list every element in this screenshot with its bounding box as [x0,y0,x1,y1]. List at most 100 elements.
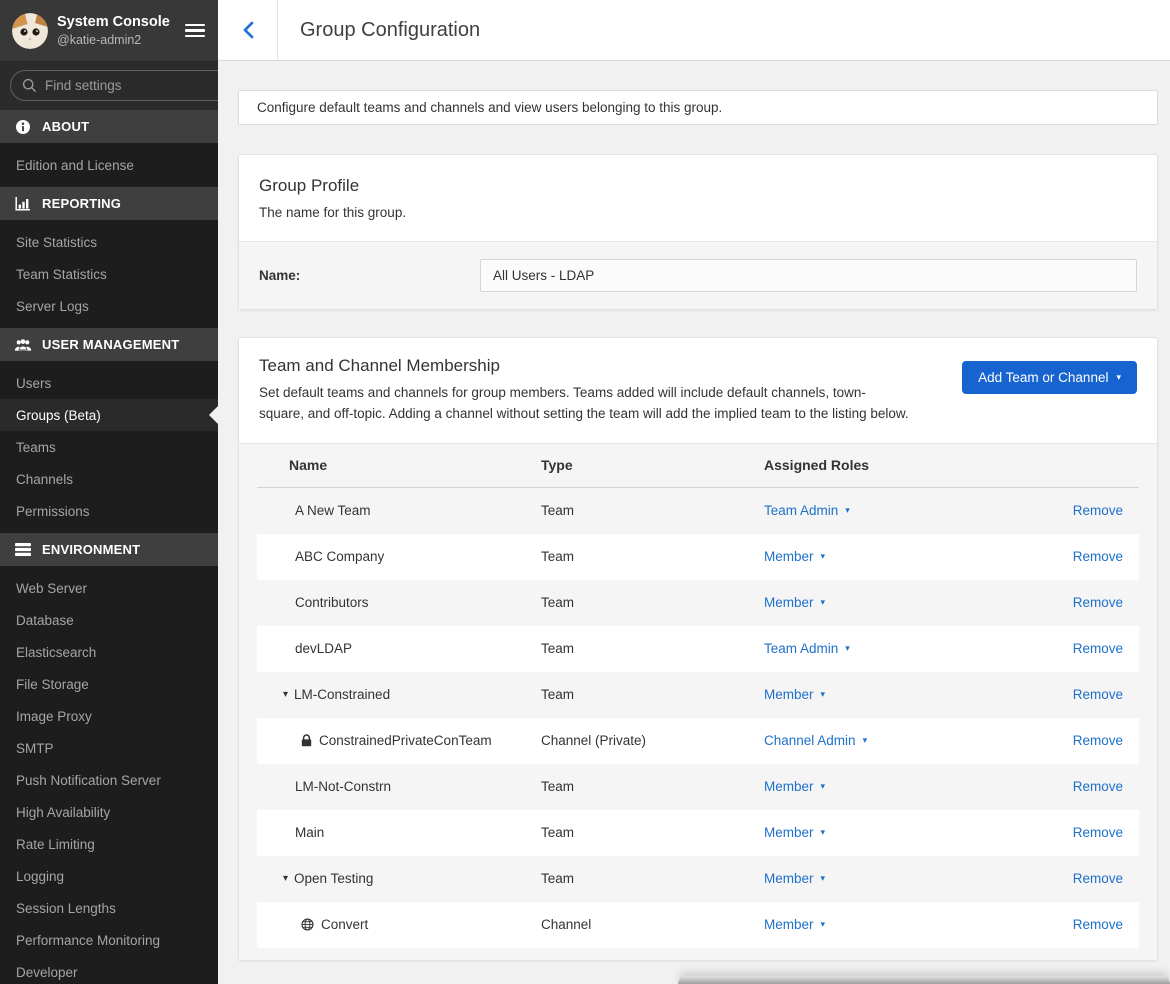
chevron-down-icon: ▾ [845,644,850,653]
page-header: Group Configuration [218,0,1170,61]
chevron-down-icon: ▾ [821,874,826,883]
sidebar-search-area [0,61,218,110]
chevron-down-icon: ▾ [821,828,826,837]
sidebar-item-smtp[interactable]: SMTP [0,732,218,764]
sidebar-section-reporting[interactable]: REPORTING [0,187,218,220]
sidebar-item-image-proxy[interactable]: Image Proxy [0,700,218,732]
remove-link[interactable]: Remove [1073,549,1123,564]
row-name: LM-Not-Constrn [295,779,391,794]
group-profile-body: Name: [239,241,1157,309]
role-dropdown[interactable]: Channel Admin ▾ [764,733,867,748]
info-icon [14,119,32,135]
sidebar-item-push-notification-server[interactable]: Push Notification Server [0,764,218,796]
admin-username: @katie-admin2 [57,32,175,48]
role-dropdown[interactable]: Member ▾ [764,871,825,886]
membership-table: Name Type Assigned Roles ▾ A New Team Te… [239,443,1157,960]
sidebar-item-session-lengths[interactable]: Session Lengths [0,892,218,924]
back-button[interactable] [218,0,278,60]
sidebar-item-performance-monitoring[interactable]: Performance Monitoring [0,924,218,956]
sidebar-item-developer[interactable]: Developer [0,956,218,984]
sidebar-item-site-statistics[interactable]: Site Statistics [0,226,218,258]
row-name: ConstrainedPrivateConTeam [319,733,492,748]
sidebar-section-user-management[interactable]: USER MANAGEMENT [0,328,218,361]
row-name: ABC Company [295,549,384,564]
footer-shadow [678,976,1170,984]
membership-row: ▾ ABC Company Team Member ▾ Remove [257,534,1139,580]
collapse-caret-icon[interactable]: ▾ [283,690,288,700]
remove-link[interactable]: Remove [1073,779,1123,794]
row-type: Team [541,595,764,610]
sidebar-item-logging[interactable]: Logging [0,860,218,892]
remove-link[interactable]: Remove [1073,871,1123,886]
cat-avatar-image [12,13,48,49]
remove-link[interactable]: Remove [1073,687,1123,702]
group-profile-subtitle: The name for this group. [259,203,1137,223]
row-type: Channel (Private) [541,733,764,748]
server-icon [14,543,32,556]
sidebar-item-edition-and-license[interactable]: Edition and License [0,149,218,181]
remove-link[interactable]: Remove [1073,733,1123,748]
membership-row: ▾ Main Team Member ▾ Remove [257,810,1139,856]
sidebar-section-about[interactable]: ABOUT [0,110,218,143]
role-dropdown[interactable]: Member ▾ [764,779,825,794]
sidebar-item-users[interactable]: Users [0,367,218,399]
remove-link[interactable]: Remove [1073,595,1123,610]
search-icon [22,78,37,93]
search-box[interactable] [10,70,218,101]
collapse-caret-icon[interactable]: ▾ [283,874,288,884]
membership-head: Team and Channel Membership Set default … [239,338,1157,443]
membership-row: ▾ LM-Not-Constrn Team Member ▾ Remove [257,764,1139,810]
sidebar-item-web-server[interactable]: Web Server [0,572,218,604]
sidebar-item-permissions[interactable]: Permissions [0,495,218,527]
membership-card: Team and Channel Membership Set default … [238,337,1158,961]
remove-link[interactable]: Remove [1073,503,1123,518]
group-profile-title: Group Profile [259,176,1137,196]
column-header-name: Name [257,457,541,473]
membership-row: ▾ devLDAP Team Team Admin ▾ Remove [257,626,1139,672]
sidebar-item-team-statistics[interactable]: Team Statistics [0,258,218,290]
group-profile-card: Group Profile The name for this group. N… [238,154,1158,310]
hamburger-icon[interactable] [184,17,206,43]
sidebar-titles: System Console @katie-admin2 [57,13,175,48]
sidebar-item-rate-limiting[interactable]: Rate Limiting [0,828,218,860]
role-dropdown[interactable]: Team Admin ▾ [764,641,850,656]
remove-link[interactable]: Remove [1073,641,1123,656]
role-dropdown[interactable]: Member ▾ [764,595,825,610]
group-name-input[interactable] [480,259,1137,292]
row-name: Open Testing [294,871,373,886]
sidebar-section: ABOUT Edition and License [0,110,218,187]
chevron-down-icon: ▾ [821,920,826,929]
sidebar-section-environment[interactable]: ENVIRONMENT [0,533,218,566]
role-dropdown[interactable]: Member ▾ [764,687,825,702]
membership-row: ▾ LM-Constrained Team Member ▾ Remove [257,672,1139,718]
page-title: Group Configuration [278,0,480,60]
chevron-down-icon: ▾ [1116,373,1121,382]
group-profile-head: Group Profile The name for this group. [239,155,1157,241]
row-type: Team [541,641,764,656]
membership-row: ▾ A New Team Team Team Admin ▾ Remove [257,488,1139,534]
sidebar-item-channels[interactable]: Channels [0,463,218,495]
sidebar-item-server-logs[interactable]: Server Logs [0,290,218,322]
remove-link[interactable]: Remove [1073,917,1123,932]
search-input[interactable] [45,78,218,93]
role-dropdown[interactable]: Team Admin ▾ [764,503,850,518]
sidebar-item-teams[interactable]: Teams [0,431,218,463]
role-dropdown[interactable]: Member ▾ [764,549,825,564]
membership-row: ▾ Contributors Team Member ▾ Remove [257,580,1139,626]
add-team-or-channel-button[interactable]: Add Team or Channel ▾ [962,361,1137,394]
sidebar-item-groups-beta[interactable]: Groups (Beta) [0,399,218,431]
role-dropdown[interactable]: Member ▾ [764,825,825,840]
sidebar-item-file-storage[interactable]: File Storage [0,668,218,700]
globe-icon [301,918,314,931]
row-name: Contributors [295,595,369,610]
sidebar-item-high-availability[interactable]: High Availability [0,796,218,828]
name-label: Name: [259,259,480,283]
role-dropdown[interactable]: Member ▾ [764,917,825,932]
admin-sidebar: System Console @katie-admin2 ABOUT Editi… [0,0,218,984]
sidebar-item-elasticsearch[interactable]: Elasticsearch [0,636,218,668]
sidebar-item-database[interactable]: Database [0,604,218,636]
membership-head-text: Team and Channel Membership Set default … [259,356,909,424]
membership-row: ▾ ConstrainedPrivateConTeam Channel (Pri… [257,718,1139,764]
row-name: devLDAP [295,641,352,656]
remove-link[interactable]: Remove [1073,825,1123,840]
